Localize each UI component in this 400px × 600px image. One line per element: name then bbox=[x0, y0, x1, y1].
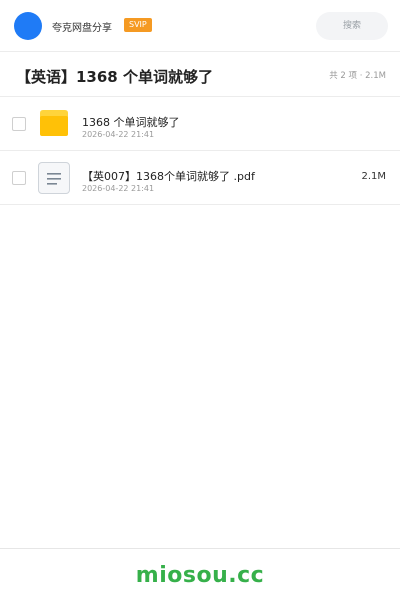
top-bar: 夸克网盘分享 SVIP 搜索 bbox=[0, 0, 400, 52]
avatar[interactable] bbox=[14, 12, 42, 40]
file-date: 2026-04-22 21:41 bbox=[82, 184, 155, 193]
search-button[interactable]: 搜索 bbox=[316, 12, 388, 40]
share-title-row: 【英语】1368 个单词就够了 共 2 项 · 2.1M bbox=[0, 53, 400, 97]
folder-icon bbox=[40, 110, 68, 136]
file-name[interactable]: 1368 个单词就够了 bbox=[82, 114, 180, 130]
file-checkbox[interactable] bbox=[12, 117, 26, 131]
footer: miosou.cc bbox=[0, 548, 400, 600]
brand-name: 夸克网盘分享 bbox=[52, 23, 112, 34]
site-logo[interactable]: miosou.cc bbox=[0, 563, 400, 588]
page-title: 【英语】1368 个单词就够了 bbox=[16, 68, 213, 86]
list-item[interactable]: 【英007】1368个单词就够了 .pdf 2026-04-22 21:41 2… bbox=[0, 151, 400, 205]
vip-badge[interactable]: SVIP bbox=[124, 18, 152, 32]
file-checkbox[interactable] bbox=[12, 171, 26, 185]
document-icon bbox=[38, 162, 70, 194]
file-size: 2.1M bbox=[361, 171, 386, 182]
list-item[interactable]: 1368 个单词就够了 2026-04-22 21:41 bbox=[0, 97, 400, 151]
share-summary: 共 2 项 · 2.1M bbox=[329, 71, 386, 81]
file-date: 2026-04-22 21:41 bbox=[82, 130, 155, 139]
file-name[interactable]: 【英007】1368个单词就够了 .pdf bbox=[82, 168, 255, 184]
